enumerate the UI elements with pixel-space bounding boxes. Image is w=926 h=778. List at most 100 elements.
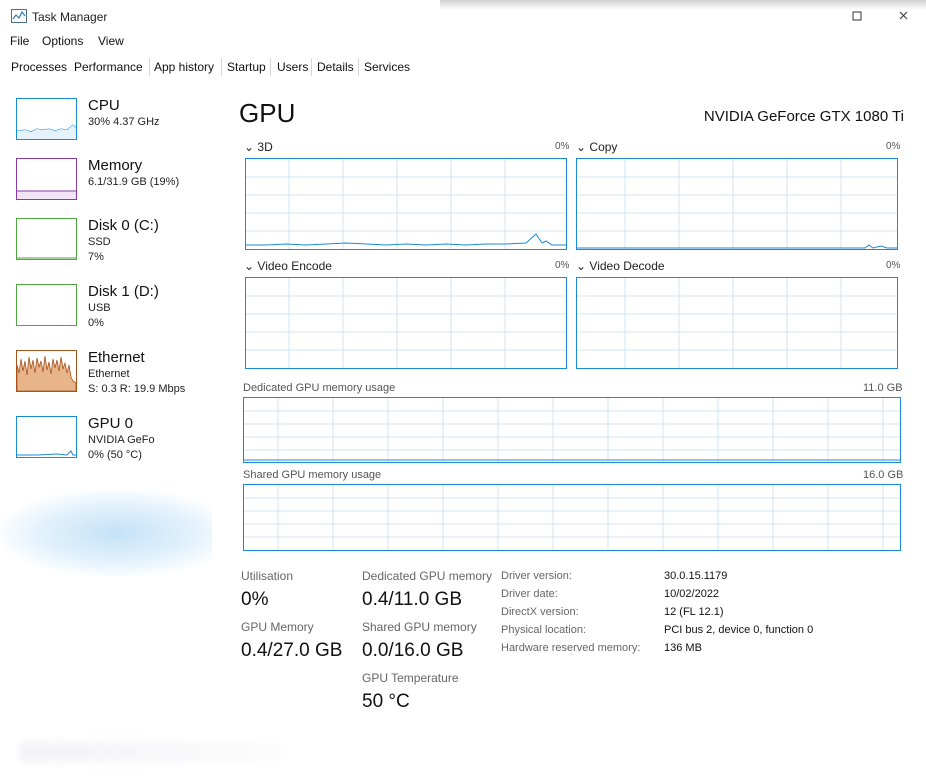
graph-percent: 0% [555, 141, 570, 152]
disk1-thumbnail-graph [16, 284, 77, 326]
graph-selector-copy[interactable]: ⌄ Copy [576, 140, 617, 154]
tab-services[interactable]: Services [364, 56, 410, 78]
graph-video-decode [576, 277, 898, 369]
chevron-down-icon: ⌄ [244, 140, 255, 154]
grid-3d [246, 159, 566, 249]
menu-view[interactable]: View [98, 34, 124, 48]
graph-percent: 0% [886, 260, 901, 271]
disk0-thumbnail-graph [16, 218, 77, 260]
graph-3d [245, 158, 567, 250]
sidebar-item-label: Disk 1 (D:) [88, 283, 159, 300]
tab-processes[interactable]: Processes [11, 56, 67, 78]
graph-dedicated-memory [243, 397, 901, 463]
graph-video-encode [245, 277, 567, 369]
sidebar-item-detail: 30% 4.37 GHz [88, 116, 160, 128]
sidebar-item-disk-0[interactable]: Disk 0 (C:) SSD 7% [0, 210, 212, 272]
directx-version-value: 12 (FL 12.1) [664, 606, 724, 618]
tab-users[interactable]: Users [277, 56, 308, 78]
physical-location-label: Physical location: [501, 624, 586, 636]
graph-selector-3d[interactable]: ⌄ 3D [244, 140, 273, 154]
gpu-thumbnail-graph [16, 416, 77, 458]
tab-performance[interactable]: Performance [74, 56, 142, 78]
sidebar-item-detail: Ethernet [88, 368, 130, 380]
sidebar-item-label: Ethernet [88, 349, 145, 366]
sidebar-item-detail: 7% [88, 251, 104, 263]
dedicated-memory-stat-value: 0.4/11.0 GB [362, 589, 462, 610]
gpu-temperature-label: GPU Temperature [362, 671, 459, 685]
physical-location-value: PCI bus 2, device 0, function 0 [664, 624, 814, 636]
driver-date-label: Driver date: [501, 588, 558, 600]
shared-memory-stat-label: Shared GPU memory [362, 620, 477, 634]
shared-memory-max: 16.0 GB [863, 469, 904, 481]
sidebar-item-label: Disk 0 (C:) [88, 217, 159, 234]
tab-separator [311, 58, 312, 76]
utilisation-label: Utilisation [241, 569, 294, 583]
directx-version-label: DirectX version: [501, 606, 579, 618]
utilisation-value: 0% [241, 589, 269, 610]
task-manager-icon [11, 9, 27, 23]
sidebar-item-memory[interactable]: Memory 6.1/31.9 GB (19%) [0, 150, 212, 212]
graph-label: Copy [589, 140, 618, 154]
gpu-memory-label: GPU Memory [241, 620, 314, 634]
close-button[interactable] [896, 6, 920, 26]
sidebar-item-detail: 6.1/31.9 GB (19%) [88, 176, 180, 188]
tab-bar: Processes Performance App history Startu… [0, 56, 926, 78]
graph-percent: 0% [555, 260, 570, 271]
title-bar: Task Manager [0, 0, 926, 32]
menu-file[interactable]: File [10, 34, 29, 48]
chevron-down-icon: ⌄ [576, 140, 587, 154]
tab-separator [221, 58, 222, 76]
memory-thumbnail-graph [16, 158, 77, 200]
graph-copy [576, 158, 898, 250]
sidebar-item-label: GPU 0 [88, 415, 134, 432]
graph-selector-video-encode[interactable]: ⌄ Video Encode [244, 259, 332, 273]
driver-version-label: Driver version: [501, 570, 572, 582]
graph-shared-memory [243, 484, 901, 551]
graph-percent: 0% [886, 141, 901, 152]
graph-label: Video Encode [257, 259, 332, 273]
footer-blur [20, 742, 280, 762]
sidebar-item-label: Memory [88, 157, 143, 174]
maximize-button[interactable] [850, 6, 874, 26]
grid-video-decode [577, 278, 897, 368]
grid-video-encode [246, 278, 566, 368]
grid-copy [577, 159, 897, 249]
dedicated-memory-label: Dedicated GPU memory usage [243, 382, 396, 394]
gpu-model-name: NVIDIA GeForce GTX 1080 Ti [703, 108, 904, 125]
hardware-reserved-memory-label: Hardware reserved memory: [501, 642, 641, 654]
driver-version-value: 30.0.15.1179 [664, 570, 728, 582]
sidebar-item-cpu[interactable]: CPU 30% 4.37 GHz [0, 90, 212, 152]
tab-separator [270, 58, 271, 76]
tab-separator [149, 58, 150, 76]
tab-app-history[interactable]: App history [154, 56, 214, 78]
sidebar-item-detail: 0% [88, 317, 104, 329]
sidebar-item-label: CPU [88, 97, 120, 114]
dedicated-memory-max: 11.0 GB [863, 382, 903, 394]
gpu-memory-value: 0.4/27.0 GB [241, 640, 343, 661]
chevron-down-icon: ⌄ [576, 259, 587, 273]
sidebar-item-detail: USB [88, 302, 111, 314]
grid-dedicated-memory [244, 398, 900, 462]
cpu-thumbnail-graph [16, 98, 77, 140]
tab-separator [358, 58, 359, 76]
selected-highlight [0, 490, 212, 576]
sidebar-item-gpu-0[interactable]: GPU 0 NVIDIA GeFo 0% (50 °C) [0, 408, 212, 470]
sidebar-item-ethernet[interactable]: Ethernet Ethernet S: 0.3 R: 19.9 Mbps [0, 342, 212, 404]
ethernet-thumbnail-graph [16, 350, 77, 392]
resource-sidebar: CPU 30% 4.37 GHz Memory 6.1/31.9 GB (19%… [0, 90, 212, 778]
chevron-down-icon: ⌄ [244, 259, 255, 273]
hardware-reserved-memory-value: 136 MB [664, 642, 702, 654]
tab-details[interactable]: Details [317, 56, 354, 78]
gpu-panel: GPU NVIDIA GeForce GTX 1080 Ti ⌄ 3D 0% ⌄… [228, 90, 918, 778]
graph-label: Video Decode [589, 259, 665, 273]
tab-startup[interactable]: Startup [227, 56, 266, 78]
window-title: Task Manager [32, 10, 108, 24]
dedicated-memory-stat-label: Dedicated GPU memory [362, 569, 493, 583]
sidebar-item-detail: S: 0.3 R: 19.9 Mbps [88, 383, 186, 395]
graph-selector-video-decode[interactable]: ⌄ Video Decode [576, 259, 665, 273]
graph-label: 3D [257, 140, 273, 154]
driver-date-value: 10/02/2022 [664, 588, 720, 600]
sidebar-item-disk-1[interactable]: Disk 1 (D:) USB 0% [0, 276, 212, 338]
gpu-temperature-value: 50 °C [362, 691, 410, 712]
menu-options[interactable]: Options [42, 34, 83, 48]
